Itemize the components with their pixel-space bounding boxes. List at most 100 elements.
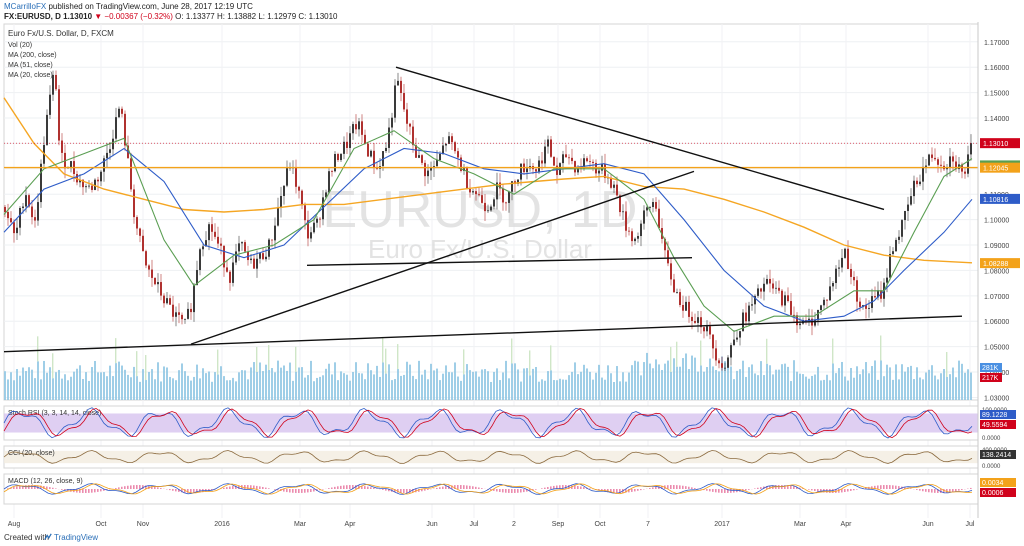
candle-body [598, 170, 600, 174]
volume-bar [682, 358, 684, 400]
volume-bar [241, 370, 243, 400]
candle-body [676, 292, 678, 293]
candle-body [565, 154, 567, 158]
candle-body [751, 304, 753, 306]
tradingview-logo-icon [44, 533, 52, 540]
volume-bar [772, 374, 774, 400]
candle-body [130, 158, 132, 190]
volume-bar [304, 377, 306, 400]
macd-hist-bar [403, 489, 405, 493]
volume-bar [334, 362, 336, 400]
tradingview-link[interactable]: TradingView [54, 533, 98, 542]
volume-bar [457, 376, 459, 400]
volume-bar [667, 360, 669, 400]
candle-body [178, 312, 180, 315]
author-link[interactable]: MCarrilloFX [4, 2, 46, 11]
volume-bar [469, 370, 471, 400]
candle-body [925, 165, 927, 167]
macd-hist-bar [118, 487, 120, 489]
volume-bar [256, 371, 258, 400]
candle-body [835, 268, 837, 284]
volume-spike [880, 335, 882, 361]
volume-bar [442, 373, 444, 400]
candle-body [535, 169, 537, 172]
candle-body [187, 308, 189, 319]
candle-body [964, 171, 966, 174]
candle-body [112, 138, 114, 150]
volume-bar [955, 377, 957, 400]
macd-hist-bar [121, 486, 123, 489]
macd-hist-bar [970, 487, 972, 489]
candle-body [508, 191, 510, 203]
volume-bar [610, 373, 612, 400]
macd-hist-bar [19, 485, 21, 489]
candle-body [571, 157, 573, 162]
macd-value-text: 0.0006 [982, 490, 1004, 497]
macd-hist-bar [721, 489, 723, 493]
candle-body [820, 305, 822, 310]
candle-body [859, 301, 861, 307]
candle-body [766, 278, 768, 284]
volume-bar [892, 379, 894, 400]
macd-hist-bar [670, 485, 672, 489]
macd-hist-bar [583, 487, 585, 489]
volume-bar [928, 369, 930, 400]
volume-bar [124, 369, 126, 400]
volume-bar [562, 379, 564, 400]
macd-hist-bar [640, 489, 642, 491]
macd-hist-bar [520, 489, 522, 493]
candle-body [481, 195, 483, 203]
macd-hist-bar [691, 487, 693, 489]
volume-bar [76, 368, 78, 400]
volume-bar [808, 378, 810, 400]
volume-bar [145, 380, 147, 400]
price-chart[interactable]: EURUSD, 1DEuro Fx/U.S. Dollar Stoch RSI … [0, 22, 1024, 530]
macd-hist-bar [370, 487, 372, 489]
chart-title: Euro Fx/U.S. Dollar, D, FXCM [8, 29, 114, 38]
volume-bar [367, 363, 369, 400]
volume-bar [208, 371, 210, 400]
candle-body [634, 238, 636, 242]
volume-bar [379, 376, 381, 400]
volume-bar [871, 366, 873, 400]
x-tick-label: Jul [966, 521, 975, 528]
volume-bar [535, 367, 537, 400]
volume-bar [958, 360, 960, 400]
volume-bar [361, 373, 363, 400]
stoch-value-text: 89.1228 [982, 412, 1007, 419]
volume-label-text: 281K [982, 365, 999, 372]
volume-bar [577, 374, 579, 400]
volume-bar [967, 369, 969, 400]
volume-bar [715, 369, 717, 400]
volume-spike [511, 338, 513, 364]
volume-bar [253, 362, 255, 400]
candle-body [397, 80, 399, 86]
candle-body [736, 337, 738, 340]
candle-body [274, 225, 276, 241]
macd-hist-bar [49, 487, 51, 489]
volume-bar [67, 380, 69, 400]
volume-bar [355, 362, 357, 400]
footer: Created with TradingView [0, 530, 1024, 546]
candle-body [70, 161, 72, 168]
volume-bar [694, 357, 696, 400]
volume-bar [883, 376, 885, 400]
candle-body [301, 190, 303, 206]
volume-bar [664, 363, 666, 400]
volume-bar [292, 380, 294, 400]
candle-body [181, 314, 183, 320]
candle-body [244, 242, 246, 252]
volume-bar [82, 379, 84, 400]
candle-body [145, 251, 147, 266]
volume-bar [16, 369, 18, 400]
volume-spike [217, 349, 219, 375]
volume-bar [316, 377, 318, 400]
y-tick-label: 1.09000 [984, 243, 1009, 250]
candle-body [364, 134, 366, 144]
candle-body [148, 265, 150, 270]
candle-body [772, 283, 774, 289]
macd-hist-bar [46, 486, 48, 489]
candle-body [643, 210, 645, 224]
candle-body [451, 136, 453, 143]
volume-bar [703, 371, 705, 400]
